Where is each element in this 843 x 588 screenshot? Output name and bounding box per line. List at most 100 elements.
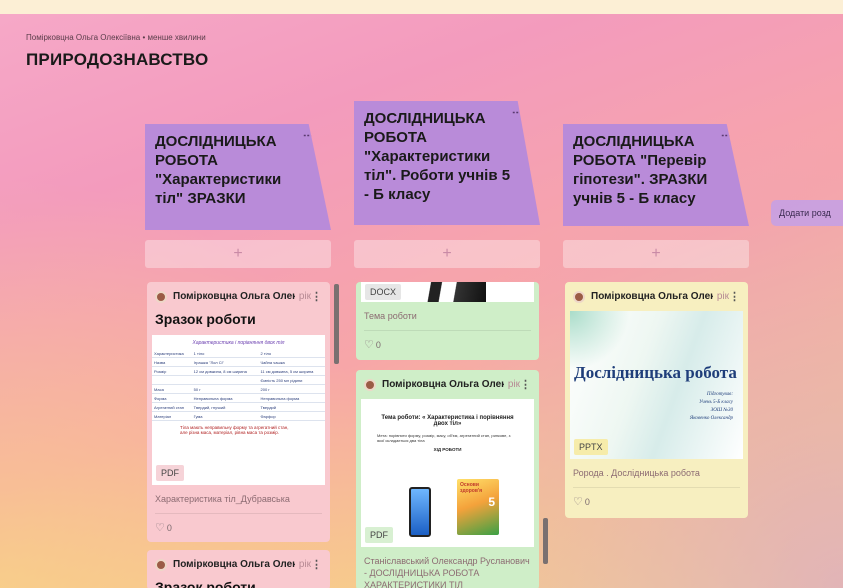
- post-card[interactable]: Помірковцна Ольга Олексі... рік ⋮ Зразок…: [147, 550, 330, 588]
- attachment-preview[interactable]: Характеристика і порівняння двох тіл Хар…: [152, 335, 325, 485]
- column-1: ДОСЛІДНИЦЬКА РОБОТА "Характеристики тіл"…: [145, 124, 331, 230]
- card-menu-icon[interactable]: ⋮: [311, 558, 322, 571]
- post-time: рік: [298, 559, 311, 570]
- preview-note: Тіла мають неправильну форму та агрегатн…: [180, 425, 289, 435]
- card-title: Зразок роботи: [155, 311, 256, 327]
- table-cell: Маса: [152, 384, 192, 394]
- slide-line: Яковенко Олександр: [689, 416, 733, 421]
- heart-icon[interactable]: ♡: [364, 338, 374, 351]
- column-title: ДОСЛІДНИЦЬКА РОБОТА "Характеристики тіл"…: [155, 133, 282, 207]
- table-cell: Фарфор: [258, 411, 325, 421]
- post-card[interactable]: Помірковцна Ольга Олексі... рік ⋮ Зразок…: [147, 282, 330, 542]
- column-2: ДОСЛІДНИЦЬКА РОБОТА "Характеристики тіл"…: [354, 101, 540, 225]
- column-menu-icon[interactable]: ⋮: [720, 130, 732, 141]
- author-name: Помірковцна Ольга Олексі...: [382, 379, 504, 390]
- avatar: [364, 378, 376, 391]
- column-header[interactable]: ДОСЛІДНИЦЬКА РОБОТА "Характеристики тіл"…: [145, 124, 331, 230]
- table-cell: Назва: [152, 357, 192, 367]
- card-author-row: Помірковцна Ольга Олексі... рік ⋮: [147, 550, 330, 575]
- column-menu-icon[interactable]: ⋮: [302, 130, 314, 141]
- table-cell: Матеріал: [152, 411, 192, 421]
- like-row[interactable]: ♡ 0: [565, 488, 748, 517]
- table-cell: Характеристика: [152, 349, 192, 358]
- slide-decoration: [570, 311, 630, 371]
- slide-line: Підготував:: [706, 392, 733, 397]
- table-cell: 12 см довжина, 8 см ширина: [191, 366, 259, 376]
- table-cell: Чайна чашка: [258, 357, 325, 367]
- file-type-badge: DOCX: [365, 284, 402, 300]
- card-author-row: Помірковцна Ольга Олексі... рік ⋮: [356, 370, 539, 395]
- card-menu-icon[interactable]: ⋮: [520, 378, 531, 391]
- post-card[interactable]: Помірковцна Ольга Олексі... рік ⋮ Тема р…: [356, 370, 539, 588]
- table-cell: 50 г: [191, 384, 259, 394]
- card-menu-icon[interactable]: ⋮: [311, 290, 322, 303]
- table-cell: 200 г: [258, 384, 325, 394]
- add-section-button[interactable]: Додати розд: [771, 200, 843, 226]
- column-title: ДОСЛІДНИЦЬКА РОБОТА "Перевір гіпотези". …: [573, 133, 708, 207]
- avatar: [155, 290, 167, 303]
- column-scrollbar[interactable]: [334, 284, 339, 364]
- heart-icon[interactable]: ♡: [573, 495, 583, 508]
- card-author-row: Помірковцна Ольга Олексі... рік ⋮: [147, 282, 330, 307]
- book-grade: 5: [488, 495, 495, 509]
- file-type-badge: PPTX: [574, 439, 608, 455]
- card-title: Зразок роботи: [155, 579, 256, 588]
- table-cell: 2 тіло: [258, 349, 325, 358]
- file-type-badge: PDF: [365, 527, 393, 543]
- preview-heading: Тема роботи: « Характеристика і порівнян…: [381, 415, 514, 427]
- author-name: Помірковцна Ольга Олексі...: [173, 559, 295, 570]
- post-time: рік: [507, 379, 520, 390]
- column-header[interactable]: ДОСЛІДНИЦЬКА РОБОТА "Перевір гіпотези". …: [563, 124, 749, 226]
- add-post-button[interactable]: +: [145, 240, 331, 268]
- table-cell: Розмір: [152, 366, 192, 376]
- table-cell: Ємність 250 мл рідини: [258, 375, 325, 385]
- slide-line: Учень 5-Б класу: [699, 400, 733, 405]
- preview-table: Характеристика 1 тіло 2 тіло Назва Іграшк…: [152, 349, 325, 421]
- slide-line: ЗОШ №30: [710, 408, 733, 413]
- attachment-title: Характеристика тіл_Дубравська: [155, 494, 290, 504]
- attachment-preview[interactable]: Тема роботи: « Характеристика і порівнян…: [361, 399, 534, 547]
- author-name: Помірковцна Ольга Олексі...: [173, 291, 295, 302]
- column-menu-icon[interactable]: ⋮: [511, 107, 523, 118]
- preview-image: [416, 282, 486, 302]
- author-name: Помірковцна Ольга Олексі...: [591, 291, 713, 302]
- card-menu-icon[interactable]: ⋮: [729, 290, 740, 303]
- like-row[interactable]: ♡ 0: [147, 514, 330, 542]
- table-cell: Агрегатний стан: [152, 402, 192, 412]
- column-title: ДОСЛІДНИЦЬКА РОБОТА "Характеристики тіл"…: [364, 110, 511, 203]
- attachment-preview[interactable]: Дослідницька робота Підготував: Учень 5-…: [570, 311, 743, 459]
- avatar: [155, 558, 167, 571]
- table-cell: 11 см довжина, 5 см ширина: [258, 366, 325, 376]
- attachment-title: Станіславський Олександр Русланович - ДО…: [364, 556, 530, 588]
- preview-section: ХІД РОБОТИ: [433, 447, 462, 452]
- table-cell: Іграшка "Лол Сі": [191, 357, 259, 367]
- table-cell: [152, 375, 192, 385]
- heart-icon[interactable]: ♡: [155, 521, 165, 534]
- board-meta: Помірковцна Ольга Олексіївна • менше хви…: [26, 33, 206, 42]
- like-count: 0: [584, 496, 590, 507]
- phone-image: [409, 487, 431, 537]
- slide-credits: Підготував: Учень 5-Б класу ЗОШ №30 Яков…: [570, 391, 743, 423]
- top-bar: [0, 0, 843, 14]
- post-time: рік: [298, 291, 311, 302]
- table-cell: Гума: [191, 411, 259, 421]
- post-time: рік: [716, 291, 729, 302]
- file-type-badge: PDF: [156, 465, 184, 481]
- add-post-button[interactable]: +: [354, 240, 540, 268]
- table-cell: Неправильна форма: [191, 393, 259, 403]
- attachment-title: Тема роботи: [364, 311, 417, 321]
- preview-goal: Мета: порівняти форму, розмір, масу, об'…: [377, 433, 511, 443]
- table-cell: Неправильна форма: [258, 393, 325, 403]
- avatar: [573, 290, 585, 303]
- column-header[interactable]: ДОСЛІДНИЦЬКА РОБОТА "Характеристики тіл"…: [354, 101, 540, 225]
- card-author-row: Помірковцна Ольга Олексі... рік ⋮: [565, 282, 748, 307]
- table-cell: [191, 375, 259, 385]
- post-card[interactable]: Помірковцна Ольга Олексі... рік ⋮ Дослід…: [565, 282, 748, 518]
- post-card[interactable]: DOCX Тема роботи ♡ 0: [356, 282, 539, 360]
- attachment-preview[interactable]: DOCX: [361, 282, 534, 302]
- add-post-button[interactable]: +: [563, 240, 749, 268]
- like-row[interactable]: ♡ 0: [356, 331, 539, 360]
- like-count: 0: [375, 339, 381, 350]
- like-count: 0: [166, 522, 172, 533]
- column-scrollbar[interactable]: [543, 518, 548, 564]
